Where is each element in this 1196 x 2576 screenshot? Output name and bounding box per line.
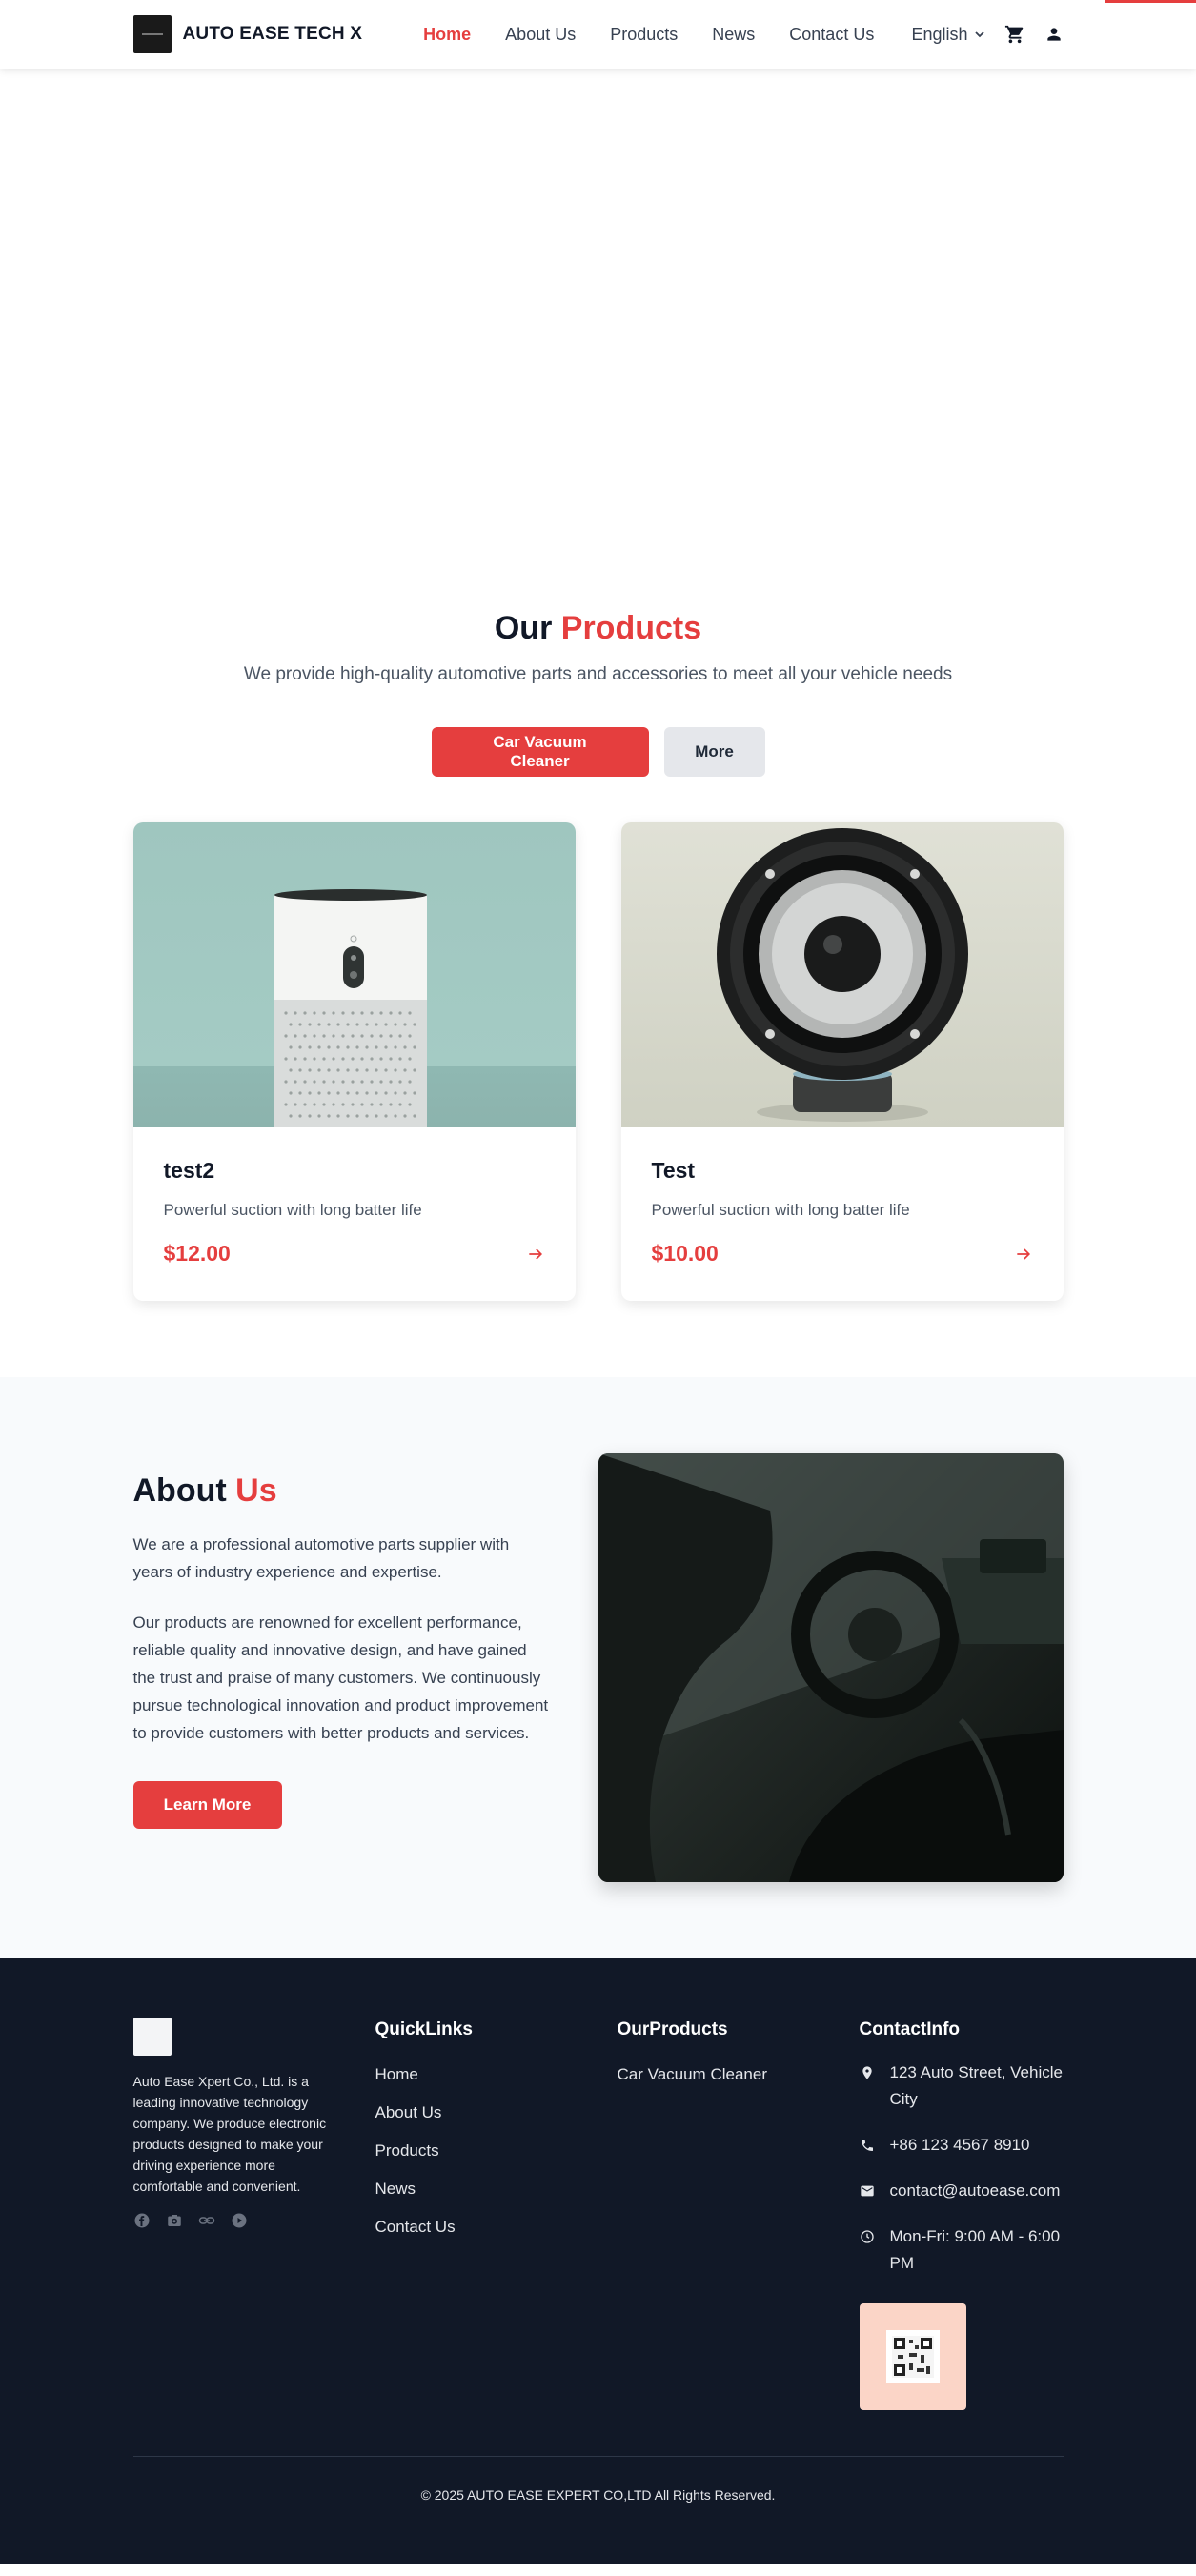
hero-banner <box>0 69 1196 572</box>
product-card-footer: $12.00 <box>164 1241 545 1267</box>
tab-more[interactable]: More <box>663 727 765 777</box>
language-selector[interactable]: English <box>911 25 984 45</box>
phone-text[interactable]: +86 123 4567 8910 <box>890 2132 1030 2159</box>
product-price: $12.00 <box>163 1241 231 1266</box>
cart-icon[interactable] <box>1004 24 1025 45</box>
facebook-icon[interactable] <box>133 2212 151 2229</box>
about-paragraph-2: Our products are renowned for excellent … <box>132 1613 549 1742</box>
footer-link-home[interactable]: Home <box>375 2065 618 2084</box>
clock-icon <box>860 2223 890 2244</box>
contactinfo-title: ContactInfo <box>859 2019 961 2039</box>
qr-code-icon <box>859 2303 966 2410</box>
about-title: About Us <box>133 1472 553 1510</box>
product-card-body: test2 Powerful suction with long batter … <box>133 1127 576 1301</box>
product-card[interactable]: test2 Powerful suction with long batter … <box>132 822 576 1301</box>
products-title: Our Products <box>133 610 1064 647</box>
product-card[interactable]: Test Powerful suction with long batter l… <box>620 822 1064 1301</box>
chevron-down-icon <box>974 31 984 38</box>
car-interior-image <box>598 1453 1064 1882</box>
arrow-right-icon[interactable] <box>1014 1245 1033 1264</box>
contact-hours: Mon-Fri: 9:00 AM - 6:00 PM <box>860 2223 1064 2277</box>
language-label: English <box>911 24 968 44</box>
phone-icon <box>860 2132 890 2153</box>
footer-link-products[interactable]: Products <box>375 2141 618 2160</box>
product-category-tabs: Car Vacuum Cleaner More <box>133 727 1064 777</box>
logo-icon[interactable] <box>132 15 172 53</box>
contact-address: 123 Auto Street, Vehicle City <box>860 2059 1064 2113</box>
copyright-text: © 2025 AUTO EASE EXPERT CO,LTD All Right… <box>420 2487 776 2503</box>
site-header: AUTO EASE TECH X Home About Us Products … <box>0 0 1196 69</box>
about-title-accent: Us <box>235 1472 277 1509</box>
brand-name[interactable]: AUTO EASE TECH X <box>183 24 363 45</box>
footer-link-contact-us[interactable]: Contact Us <box>375 2218 618 2237</box>
play-icon[interactable] <box>231 2212 248 2229</box>
nav-home[interactable]: Home <box>423 25 471 45</box>
nav-news[interactable]: News <box>712 25 755 45</box>
product-card-footer: $10.00 <box>652 1241 1033 1267</box>
address-text: 123 Auto Street, Vehicle City <box>889 2063 1063 2108</box>
location-pin-icon <box>860 2059 890 2080</box>
footer-logo-icon[interactable] <box>132 2018 172 2056</box>
about-title-main: About <box>132 1472 227 1509</box>
camera-icon[interactable] <box>166 2212 183 2229</box>
footer-company: Auto Ease Xpert Co., Ltd. is a leading i… <box>132 2018 375 2410</box>
main-nav: Home About Us Products News Contact Us <box>423 25 908 45</box>
mail-icon <box>860 2178 890 2199</box>
arrow-right-icon[interactable] <box>526 1245 545 1264</box>
link-icon[interactable] <box>198 2212 215 2229</box>
footer-about-text: Auto Ease Xpert Co., Ltd. is a leading i… <box>132 2074 327 2194</box>
header-actions: English <box>911 24 1063 45</box>
footer-link-about-us[interactable]: About Us <box>375 2103 618 2122</box>
product-name[interactable]: Test <box>652 1158 1033 1184</box>
user-icon[interactable] <box>1044 25 1064 44</box>
about-paragraph-1: We are a professional automotive parts s… <box>132 1535 510 1581</box>
social-links <box>133 2212 375 2229</box>
product-image-air-purifier <box>132 822 576 1127</box>
tab-car-vacuum-cleaner[interactable]: Car Vacuum Cleaner <box>431 727 649 777</box>
product-description: Powerful suction with long batter life <box>651 1201 910 1219</box>
product-card-body: Test Powerful suction with long batter l… <box>621 1127 1064 1301</box>
products-section: Our Products We provide high-quality aut… <box>0 572 1196 1377</box>
ourproducts-title: OurProducts <box>617 2019 728 2039</box>
product-grid: test2 Powerful suction with long batter … <box>132 822 1064 1301</box>
footer-quicklinks: QuickLinks Home About Us Products News C… <box>375 2018 618 2410</box>
site-footer: Auto Ease Xpert Co., Ltd. is a leading i… <box>0 1958 1196 2564</box>
quicklinks-title: QuickLinks <box>375 2019 473 2039</box>
contact-email: contact@autoease.com <box>860 2178 1064 2204</box>
footer-contact: ContactInfo 123 Auto Street, Vehicle Cit… <box>859 2018 1064 2410</box>
nav-about-us[interactable]: About Us <box>505 25 576 45</box>
product-description: Powerful suction with long batter life <box>163 1201 422 1219</box>
product-name[interactable]: test2 <box>164 1158 545 1184</box>
hours-text: Mon-Fri: 9:00 AM - 6:00 PM <box>889 2227 1061 2272</box>
product-image-speaker <box>620 822 1064 1127</box>
email-text[interactable]: contact@autoease.com <box>890 2178 1061 2204</box>
products-subtitle: We provide high-quality automotive parts… <box>243 664 953 684</box>
about-section: About Us We are a professional automotiv… <box>0 1377 1196 1958</box>
contact-phone: +86 123 4567 8910 <box>860 2132 1064 2159</box>
products-title-accent: Products <box>560 610 702 646</box>
header-accent-bar <box>1105 0 1196 3</box>
nav-products[interactable]: Products <box>610 25 678 45</box>
products-title-main: Our <box>494 610 553 646</box>
about-text: About Us We are a professional automotiv… <box>132 1453 553 1882</box>
footer-link-news[interactable]: News <box>375 2180 618 2199</box>
nav-contact-us[interactable]: Contact Us <box>789 25 874 45</box>
footer-link-car-vacuum-cleaner[interactable]: Car Vacuum Cleaner <box>618 2065 860 2084</box>
learn-more-button[interactable]: Learn More <box>132 1781 282 1829</box>
product-price: $10.00 <box>651 1241 719 1266</box>
footer-products: OurProducts Car Vacuum Cleaner <box>618 2018 860 2410</box>
